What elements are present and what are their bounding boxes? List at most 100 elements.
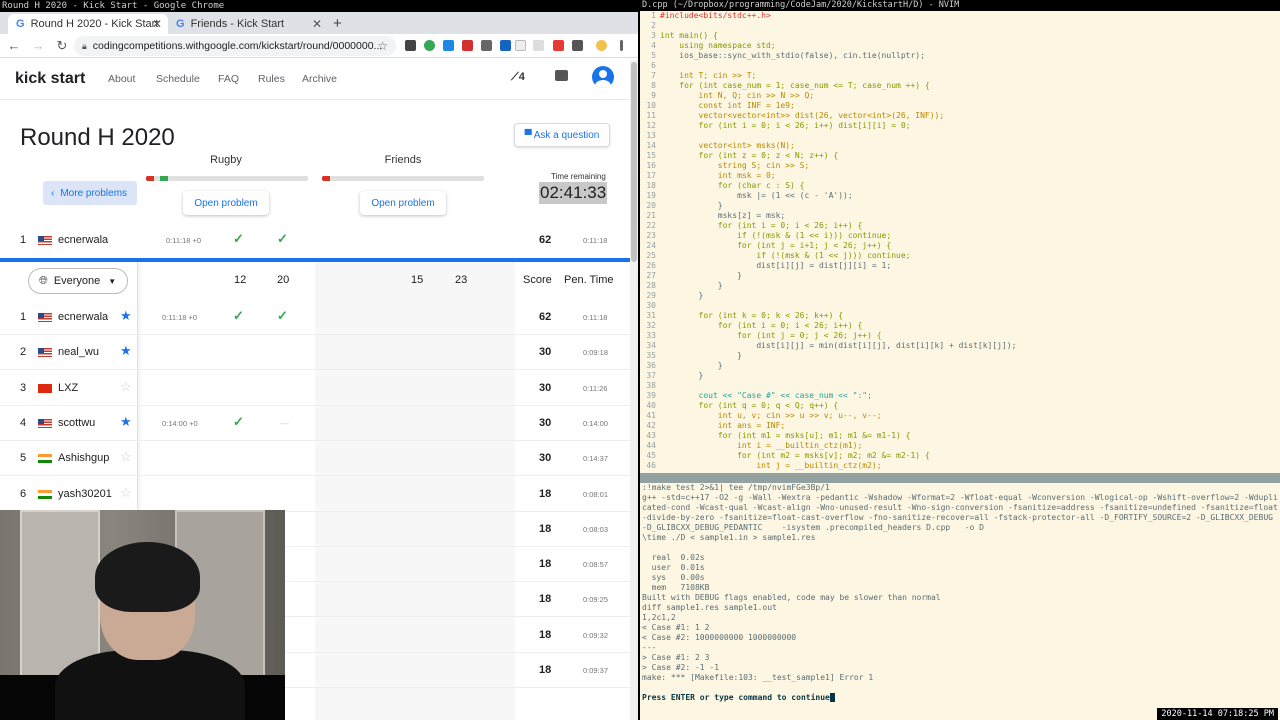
code-line[interactable]: 7 int T; cin >> T; <box>640 71 1280 81</box>
back-icon[interactable]: ← <box>4 38 24 53</box>
star-outline-icon[interactable]: ☆ <box>120 449 132 465</box>
username[interactable]: ecnerwala <box>58 234 108 246</box>
extension-icon[interactable] <box>533 40 544 51</box>
code-line[interactable]: 46 int j = __builtin_ctz(m2); <box>640 461 1280 471</box>
nav-schedule[interactable]: Schedule <box>156 73 200 85</box>
code-line[interactable]: 10 const int INF = 1e9; <box>640 101 1280 111</box>
extension-icon[interactable] <box>405 40 416 51</box>
code-line[interactable]: 44 int i = __builtin_ctz(m1); <box>640 441 1280 451</box>
code-line[interactable]: 9 int N, Q; cin >> N >> Q; <box>640 91 1280 101</box>
nav-archive[interactable]: Archive <box>302 73 337 85</box>
extension-icon[interactable] <box>462 40 473 51</box>
code-line[interactable]: 5 ios_base::sync_with_stdio(false), cin.… <box>640 51 1280 61</box>
trending-icon[interactable]: ⟋4 <box>511 71 525 84</box>
username[interactable]: yash30201 <box>58 488 112 500</box>
code-line[interactable]: 28 } <box>640 281 1280 291</box>
username[interactable]: Ashishgup <box>58 452 109 464</box>
code-line[interactable]: 6 <box>640 61 1280 71</box>
code-line[interactable]: 4 using namespace std; <box>640 41 1280 51</box>
extension-icon[interactable] <box>553 40 564 51</box>
username[interactable]: LXZ <box>58 382 78 394</box>
code-line[interactable]: 31 for (int k = 0; k < 26; k++) { <box>640 311 1280 321</box>
forward-icon[interactable]: → <box>28 38 48 53</box>
code-line[interactable]: 35 } <box>640 351 1280 361</box>
code-line[interactable]: 20 } <box>640 201 1280 211</box>
code-line[interactable]: 17 int msk = 0; <box>640 171 1280 181</box>
code-line[interactable]: 43 for (int m1 = msks[u]; m1; m1 &= m1-1… <box>640 431 1280 441</box>
code-line[interactable]: 32 for (int i = 0; i < 26; i++) { <box>640 321 1280 331</box>
code-line[interactable]: 22 for (int i = 0; i < 26; i++) { <box>640 221 1280 231</box>
code-line[interactable]: 8 for (int case_num = 1; case_num <= T; … <box>640 81 1280 91</box>
puzzle-icon[interactable] <box>572 40 583 51</box>
code-line[interactable]: 29 } <box>640 291 1280 301</box>
code-line[interactable]: 19 msk |= (1 << (c - 'A')); <box>640 191 1280 201</box>
extension-icon[interactable] <box>481 40 492 51</box>
site-logo[interactable]: kick start <box>15 70 85 88</box>
code-line[interactable]: 38 <box>640 381 1280 391</box>
tab-friends[interactable]: G Friends - Kick Start ✕ <box>168 14 328 34</box>
scoreboard-filter-select[interactable]: 🌐︎ Everyone ▼ <box>28 268 128 294</box>
url-input[interactable]: 🔒︎ codingcompetitions.withgoogle.com/kic… <box>74 36 396 56</box>
code-line[interactable]: 15 for (int z = 0; z < N; z++) { <box>640 151 1280 161</box>
menu-dots-icon[interactable] <box>620 40 623 51</box>
close-tab-icon[interactable]: ✕ <box>312 17 322 31</box>
star-outline-icon[interactable]: ☆ <box>120 485 132 501</box>
code-line[interactable]: 18 for (char c : S) { <box>640 181 1280 191</box>
page-scrollbar[interactable] <box>630 60 638 720</box>
username[interactable]: neal_wu <box>58 346 99 358</box>
code-line[interactable]: 37 } <box>640 371 1280 381</box>
code-line[interactable]: 27 } <box>640 271 1280 281</box>
code-line[interactable]: 1 #include<bits/stdc++.h> <box>640 11 1280 21</box>
code-line[interactable]: 45 for (int m2 = msks[v]; m2; m2 &= m2-1… <box>640 451 1280 461</box>
extension-icon[interactable] <box>500 40 511 51</box>
code-line[interactable]: 40 for (int q = 0; q < Q; q++) { <box>640 401 1280 411</box>
code-line[interactable]: 2 <box>640 21 1280 31</box>
code-line[interactable]: 41 int u, v; cin >> u >> v; u--, v--; <box>640 411 1280 421</box>
reload-icon[interactable]: ↻ <box>52 38 72 54</box>
code-line[interactable]: 34 dist[i][j] = min(dist[i][j], dist[i][… <box>640 341 1280 351</box>
code-line[interactable]: 21 msks[z] = msk; <box>640 211 1280 221</box>
code-line[interactable]: 13 <box>640 131 1280 141</box>
scrollbar-thumb[interactable] <box>631 62 637 262</box>
code-editor[interactable]: 1 #include<bits/stdc++.h> 2 3 int main() {4 … <box>640 11 1280 473</box>
star-filled-icon[interactable]: ★ <box>120 308 132 324</box>
code-line[interactable]: 14 vector<int> msks(N); <box>640 141 1280 151</box>
star-filled-icon[interactable]: ★ <box>120 414 132 430</box>
extension-icon[interactable] <box>424 40 435 51</box>
code-line[interactable]: 23 if (!(msk & (1 << i))) continue; <box>640 231 1280 241</box>
code-line[interactable]: 42 int ans = INF; <box>640 421 1280 431</box>
code-line[interactable]: 16 string S; cin >> S; <box>640 161 1280 171</box>
close-tab-icon[interactable]: ✕ <box>152 17 162 31</box>
star-filled-icon[interactable]: ★ <box>120 343 132 359</box>
extension-icon[interactable] <box>515 40 526 51</box>
code-line[interactable]: 36 } <box>640 361 1280 371</box>
bookmark-star-icon[interactable]: ☆ <box>377 39 388 53</box>
profile-icon[interactable] <box>596 40 607 51</box>
code-line[interactable]: 39 cout << "Case #" << case_num << ":"; <box>640 391 1280 401</box>
ask-question-button[interactable]: ▀ Ask a question <box>514 123 610 147</box>
star-outline-icon[interactable]: ☆ <box>120 379 132 395</box>
code-line[interactable]: 25 if (!(msk & (1 << j))) continue; <box>640 251 1280 261</box>
username[interactable]: ecnerwala <box>58 311 108 323</box>
code-line[interactable]: 33 for (int j = 0; j < 26; j++) { <box>640 331 1280 341</box>
flag-icon <box>38 313 52 322</box>
code-line[interactable]: 11 vector<vector<int>> dist(26, vector<i… <box>640 111 1280 121</box>
nav-faq[interactable]: FAQ <box>218 73 239 85</box>
code-line[interactable]: 30 <box>640 301 1280 311</box>
open-problem-friends-button[interactable]: Open problem <box>360 191 446 215</box>
nav-rules[interactable]: Rules <box>258 73 285 85</box>
score: 30 <box>539 346 552 358</box>
code-line[interactable]: 3 int main() { <box>640 31 1280 41</box>
chat-icon[interactable] <box>555 70 568 81</box>
extension-icon[interactable] <box>443 40 454 51</box>
code-line[interactable]: 24 for (int j = i+1; j < 26; j++) { <box>640 241 1280 251</box>
open-problem-rugby-button[interactable]: Open problem <box>183 191 269 215</box>
code-line[interactable]: 12 for (int i = 0; i < 26; i++) dist[i][… <box>640 121 1280 131</box>
nav-about[interactable]: About <box>108 73 135 85</box>
tab-round-h[interactable]: G Round H 2020 - Kick Start ✕ <box>8 14 168 34</box>
more-problems-button[interactable]: ‹ More problems <box>43 181 137 205</box>
code-line[interactable]: 26 dist[i][j] = dist[j][i] = 1; <box>640 261 1280 271</box>
avatar[interactable] <box>592 66 614 88</box>
username[interactable]: scottwu <box>58 417 95 429</box>
new-tab-button[interactable]: + <box>333 15 342 32</box>
